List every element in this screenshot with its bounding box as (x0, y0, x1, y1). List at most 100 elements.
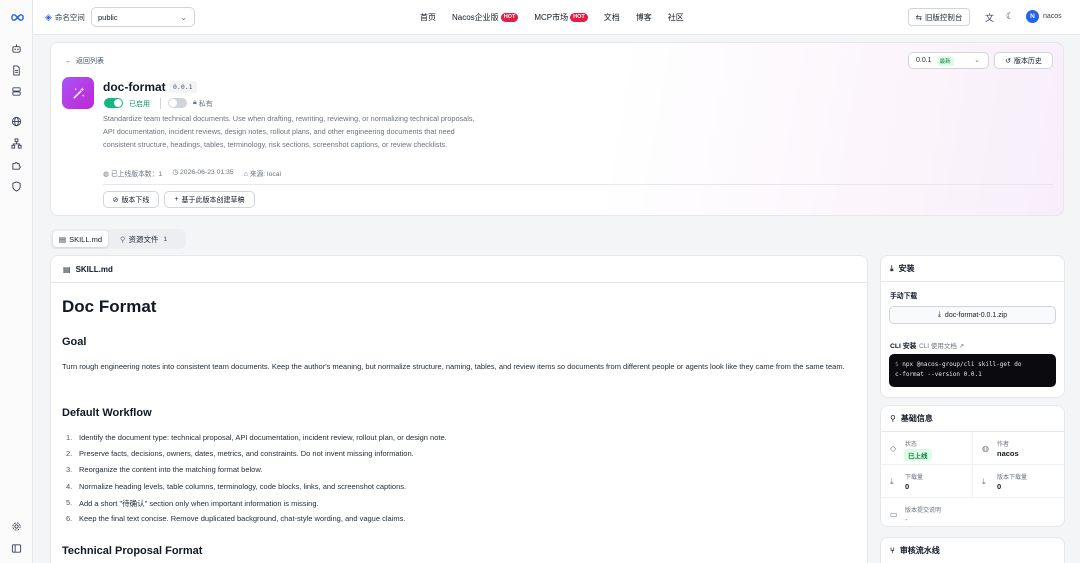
sidebar-collapse-icon[interactable] (10, 542, 23, 555)
arrow-left-icon: ← (65, 57, 72, 65)
meta-source: ⌂ 来源: local (243, 171, 282, 178)
heading-goal: Goal (62, 336, 87, 348)
manual-download-label: 手动下载 (890, 293, 918, 300)
layers-icon: ◈ (45, 12, 52, 22)
sidebar (0, 0, 33, 563)
username[interactable]: nacos (1043, 13, 1062, 20)
list-item: 1. Identify the document type: technical … (66, 433, 447, 442)
document-icon[interactable] (10, 64, 23, 77)
main-nav: 首页 Nacos企业版 HOT MCP市场 HOT 文档 博客 社区 (420, 12, 684, 23)
list-item: 5. Add a short "待确认" section only when im… (66, 497, 319, 508)
skill-description: Standardize team technical documents. Us… (103, 114, 475, 150)
nav-item-mcp-market[interactable]: MCP市场 HOT (534, 12, 588, 23)
tag-icon: ◇ (890, 444, 897, 453)
namespace-label: 命名空间 (54, 13, 85, 22)
avatar[interactable]: N (1026, 10, 1039, 23)
basic-info-card-header: ⚲ 基础信息 (881, 406, 1064, 432)
hot-badge: HOT (570, 13, 588, 22)
cli-docs-link[interactable]: CLI 使用文档 ↗ (919, 340, 964, 350)
heading-default-workflow: Default Workflow (62, 407, 152, 419)
private-label-group: 🔒︎ 私有 (193, 99, 213, 108)
enabled-toggle[interactable] (104, 98, 123, 108)
chevron-down-icon: ⌄ (974, 57, 980, 64)
install-card: ⤓ 安装 手动下载 ⤓ doc-format-0.0.1.zip CLI 安装 … (880, 255, 1065, 398)
back-to-list-link[interactable]: ← 返回列表 (65, 56, 104, 66)
nav-item-home[interactable]: 首页 (420, 12, 436, 23)
workflow-list: 1. Identify the document type: technical … (66, 433, 447, 530)
download-icon: ⤓ (890, 477, 894, 486)
settings-gear-icon[interactable] (10, 520, 23, 533)
cloud-off-icon: ⊘ (112, 196, 119, 204)
meta-online-versions: ◍ 已上线版本数：1 (103, 171, 163, 178)
file-icon: ▤ (63, 264, 71, 274)
enabled-label: 已启用 (129, 101, 150, 108)
meta-date: ◷ 2026-06-23 01:35 (172, 169, 234, 176)
version-select[interactable]: 0.0.1 最新 ⌄ (908, 52, 989, 69)
namespace-label-group: ◈ 命名空间 (45, 12, 85, 23)
latest-badge: 最新 (936, 55, 954, 66)
version-history-button[interactable]: ↺ 版本历史 (994, 52, 1053, 69)
translate-icon[interactable]: 文 (985, 11, 994, 24)
download-icon: ⤓ (937, 311, 941, 318)
tab-skill-md[interactable]: ▤ SKILL.md (53, 231, 109, 247)
info-cell-author: ◍ 作者 nacos (973, 432, 1064, 465)
chevron-down-icon: ⌄ (180, 13, 187, 22)
nacos-logo-icon[interactable] (9, 11, 25, 24)
swap-icon: ⇆ (915, 12, 922, 22)
info-cell-downloads: ⤓ 下载量 0 (881, 465, 973, 498)
download-zip-button[interactable]: ⤓ doc-format-0.0.1.zip (889, 306, 1056, 324)
divider (103, 184, 1053, 185)
old-console-button[interactable]: ⇆ 旧版控制台 (908, 8, 970, 26)
skill-header-card: ← 返回列表 doc-format 0.0.1 已启用 🔒︎ 私有 Standa… (50, 42, 1064, 216)
file-icon: ▤ (59, 234, 67, 244)
globe-icon: ◍ (982, 444, 989, 453)
tab-resource-files[interactable]: ⚲ 资源文件 1 (114, 231, 173, 247)
cli-command-block[interactable]: $ npx @nacos-group/cli skill-get do c-fo… (889, 354, 1056, 387)
list-item: 6. Keep the final text concise. Remove du… (66, 513, 406, 523)
info-cell-status: ◇ 状态 已上线 (881, 432, 973, 465)
download-icon: ⤓ (982, 477, 986, 486)
markdown-panel: ▤ SKILL.md Doc Format Goal Turn rough en… (50, 255, 868, 563)
wand-icon: ⚲ (890, 414, 896, 423)
top-bar: ◈ 命名空间 public ⌄ 首页 Nacos企业版 HOT MCP市场 HOT … (33, 0, 1080, 35)
list-item: 2. Preserve facts, decisions, owners, dat… (66, 449, 414, 459)
cli-install-label: CLI 安装 (890, 343, 917, 350)
info-cell-commit-note: ▭ 版本提交说明 - (890, 508, 942, 524)
list-item: 4. Normalize heading levels, table column… (66, 481, 407, 491)
clock-icon: ◷ (172, 169, 179, 176)
message-icon: ▭ (890, 510, 898, 519)
nav-item-blog[interactable]: 博客 (636, 12, 652, 23)
network-icon[interactable] (10, 137, 23, 150)
private-toggle[interactable] (168, 98, 187, 108)
bot-icon[interactable] (10, 42, 23, 55)
nav-item-docs[interactable]: 文档 (604, 12, 620, 23)
moon-icon[interactable]: ☾ (1006, 11, 1014, 22)
command-line: c-format --version 0.0.1 (895, 371, 982, 378)
create-draft-button[interactable]: + 基于此版本创建草稿 (164, 191, 255, 208)
status-badge: 已上线 (904, 449, 932, 461)
magic-wand-icon (62, 77, 94, 109)
tag-icon: ⌂ (243, 171, 248, 178)
plus-icon: + (174, 196, 179, 203)
goal-text: Turn rough engineering notes into consis… (62, 362, 845, 371)
namespace-value: public (98, 13, 118, 22)
external-link-icon: ↗ (958, 343, 965, 350)
skill-name: doc-format (103, 80, 166, 94)
heading-technical-proposal-format: Technical Proposal Format (62, 545, 203, 557)
review-pipeline-card-header: ⑂ 审核流水线 (881, 538, 1064, 563)
nav-item-enterprise[interactable]: Nacos企业版 HOT (452, 12, 519, 23)
shield-icon[interactable] (10, 180, 23, 193)
puzzle-icon[interactable] (10, 159, 23, 172)
server-icon[interactable] (10, 85, 23, 98)
namespace-select[interactable]: public ⌄ (91, 7, 195, 27)
tab-count: 1 (163, 235, 168, 243)
review-pipeline-card: ⑂ 审核流水线 (880, 537, 1065, 563)
basic-info-card: ⚲ 基础信息 ◇ 状态 已上线 ◍ 作者 nacos ⤓ 下载量 0 ⤓ 版本下… (880, 405, 1065, 527)
install-card-header: ⤓ 安装 (881, 256, 1064, 282)
version-offline-button[interactable]: ⊘ 版本下线 (103, 191, 159, 208)
globe-icon[interactable] (10, 115, 23, 128)
wand-icon: ⚲ (120, 234, 126, 244)
nav-item-community[interactable]: 社区 (668, 12, 684, 23)
pipeline-icon: ⑂ (890, 546, 895, 555)
list-item: 3. Reorganize the content into the matchi… (66, 465, 263, 475)
